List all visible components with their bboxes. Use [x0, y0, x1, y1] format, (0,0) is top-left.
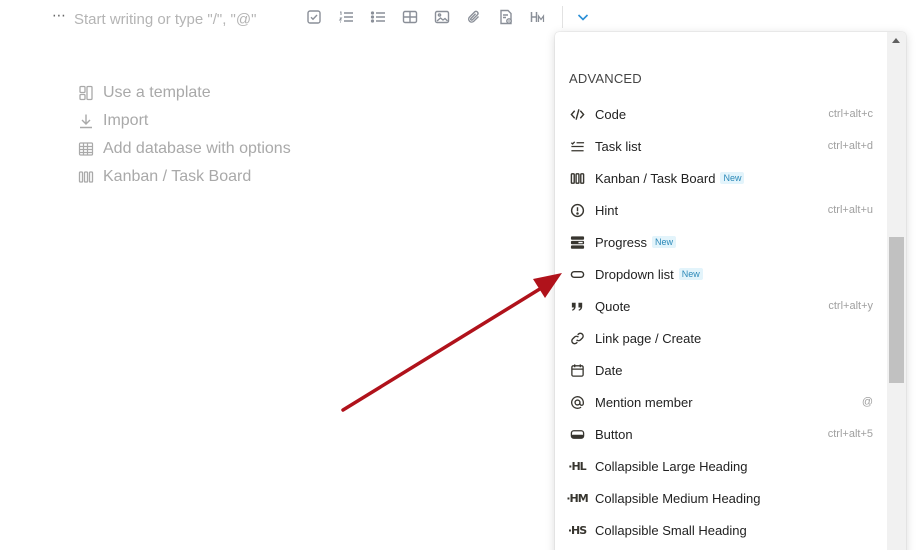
collapsible-small-heading-icon: ·HS	[567, 523, 587, 537]
toolbar-divider	[562, 6, 563, 28]
menu-item-label: Hint	[595, 202, 619, 218]
menu-item-progress[interactable]: Progress New	[555, 226, 887, 258]
page-icon[interactable]	[496, 7, 516, 27]
menu-item-dropdown-list[interactable]: Dropdown list New	[555, 258, 887, 290]
suggestion-label: Add database with options	[103, 140, 291, 157]
menu-item-date[interactable]: Date	[555, 354, 887, 386]
section-title-advanced: ADVANCED	[569, 71, 642, 86]
menu-item-label: Mention member	[595, 394, 693, 410]
menu-item-label: Quote	[595, 298, 631, 314]
menu-item-button[interactable]: Button ctrl+alt+5	[555, 418, 887, 450]
shortcut-label: ctrl+alt+d	[827, 140, 873, 152]
menu-item-collapsible-large-heading[interactable]: ·HL Collapsible Large Heading	[555, 450, 887, 482]
hint-icon	[569, 202, 585, 218]
import-icon	[78, 113, 94, 129]
code-icon	[569, 106, 585, 122]
collapsible-medium-heading-icon: ·HM	[566, 491, 588, 505]
menu-item-label: Collapsible Small Heading	[595, 522, 747, 538]
checkbox-icon[interactable]	[304, 7, 324, 27]
shortcut-label: ctrl+alt+5	[827, 428, 873, 440]
table-icon[interactable]	[400, 7, 420, 27]
block-menu: ADVANCED Code ctrl+alt+c Task list ctrl+…	[555, 32, 906, 550]
menu-item-label: Date	[595, 362, 623, 378]
quote-icon	[569, 298, 585, 314]
suggestion-label: Kanban / Task Board	[103, 168, 252, 185]
at-icon	[569, 394, 585, 410]
bulleted-list-icon[interactable]	[368, 7, 388, 27]
menu-item-mention-member[interactable]: Mention member @	[555, 386, 887, 418]
link-icon	[569, 330, 585, 346]
menu-item-hint[interactable]: Hint ctrl+alt+u	[555, 194, 887, 226]
kanban-icon	[78, 169, 94, 185]
menu-item-link-page[interactable]: Link page / Create	[555, 322, 887, 354]
editor-line[interactable]: ⋯ Start writing or type "/", "@"	[52, 6, 306, 32]
kanban-icon	[569, 170, 585, 186]
numbered-list-icon[interactable]	[336, 7, 356, 27]
menu-scrollbar[interactable]	[887, 32, 906, 550]
menu-item-label: Link page / Create	[595, 330, 702, 346]
menu-item-label: Progress	[595, 234, 648, 250]
suggestion-label: Import	[103, 112, 149, 129]
menu-item-kanban[interactable]: Kanban / Task Board New	[555, 162, 887, 194]
menu-item-label: Kanban / Task Board	[595, 170, 716, 186]
new-badge: New	[678, 268, 703, 280]
menu-item-collapsible-medium-heading[interactable]: ·HM Collapsible Medium Heading	[555, 482, 887, 514]
shortcut-label: @	[861, 396, 873, 408]
suggestion-import[interactable]: Import	[78, 107, 291, 135]
menu-item-quote[interactable]: Quote ctrl+alt+y	[555, 290, 887, 322]
suggestion-label: Use a template	[103, 84, 211, 101]
menu-item-label: Code	[595, 106, 627, 122]
shortcut-label: ctrl+alt+y	[828, 300, 873, 312]
menu-item-code[interactable]: Code ctrl+alt+c	[555, 98, 887, 130]
database-icon	[78, 141, 94, 157]
suggestion-use-template[interactable]: Use a template	[78, 79, 291, 107]
menu-item-label: Button	[595, 426, 633, 442]
drag-handle-icon[interactable]: ⋯	[52, 8, 68, 22]
shortcut-label: ctrl+alt+u	[827, 204, 873, 216]
task-list-icon	[569, 138, 585, 154]
calendar-icon	[569, 362, 585, 378]
annotation-arrow-shaft	[341, 285, 545, 412]
menu-item-label: Task list	[595, 138, 642, 154]
scroll-up-arrow-icon[interactable]	[892, 38, 900, 43]
menu-item-label: Collapsible Medium Heading	[595, 490, 761, 506]
menu-item-label: Collapsible Large Heading	[595, 458, 748, 474]
progress-icon	[569, 234, 585, 250]
editor-page: ⋯ Start writing or type "/", "@" Use a t…	[0, 0, 920, 550]
chevron-down-icon[interactable]	[573, 7, 593, 27]
new-badge: New	[652, 236, 677, 248]
menu-item-label: Dropdown list	[595, 266, 674, 282]
empty-page-suggestions: Use a template Import Add database with …	[78, 79, 291, 191]
suggestion-kanban[interactable]: Kanban / Task Board	[78, 163, 291, 191]
scrollbar-thumb[interactable]	[889, 237, 904, 383]
heading-medium-icon[interactable]	[528, 7, 548, 27]
dropdown-list-icon	[569, 266, 585, 282]
menu-item-task-list[interactable]: Task list ctrl+alt+d	[555, 130, 887, 162]
collapsible-large-heading-icon: ·HL	[568, 459, 586, 473]
template-icon	[78, 85, 94, 101]
new-badge: New	[720, 172, 745, 184]
menu-list: Code ctrl+alt+c Task list ctrl+alt+d Kan…	[555, 98, 887, 546]
suggestion-add-database[interactable]: Add database with options	[78, 135, 291, 163]
menu-item-collapsible-small-heading[interactable]: ·HS Collapsible Small Heading	[555, 514, 887, 546]
attachment-icon[interactable]	[464, 7, 484, 27]
image-icon[interactable]	[432, 7, 452, 27]
block-toolbar	[304, 6, 605, 28]
editor-placeholder[interactable]: Start writing or type "/", "@"	[74, 11, 306, 28]
shortcut-label: ctrl+alt+c	[828, 108, 873, 120]
button-icon	[569, 426, 585, 442]
